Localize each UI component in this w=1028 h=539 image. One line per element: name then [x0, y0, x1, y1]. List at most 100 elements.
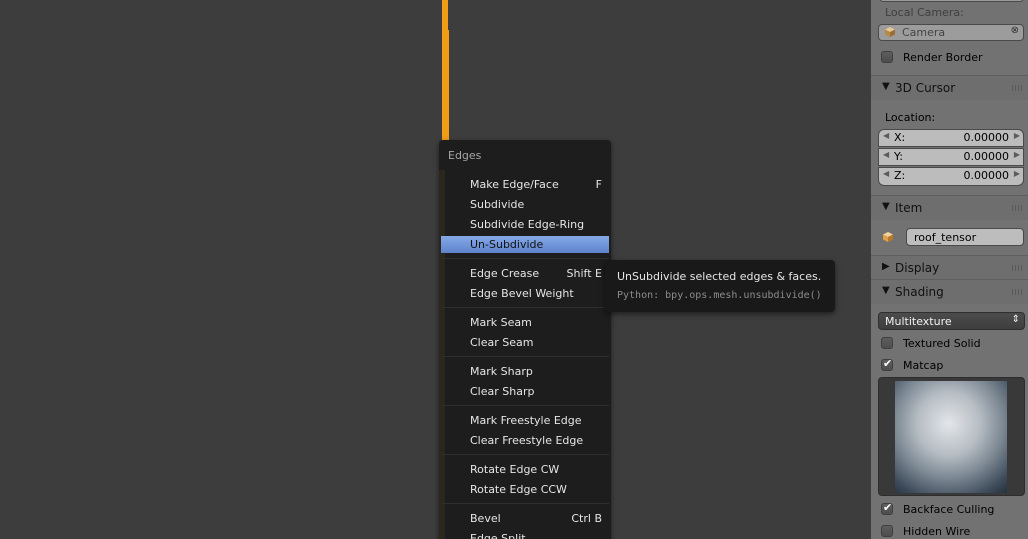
increment-arrow-icon[interactable]: ▶: [1014, 131, 1020, 140]
drag-grip-icon[interactable]: [1012, 289, 1022, 295]
section-title: Item: [895, 201, 923, 215]
decrement-arrow-icon[interactable]: ◀: [883, 169, 889, 178]
selected-edge-segment: [444, 30, 449, 140]
menu-separator: [441, 258, 609, 259]
menu-item-edge-crease[interactable]: Edge Crease Shift E: [441, 265, 609, 282]
backface-culling-checkbox[interactable]: [881, 501, 893, 515]
local-camera-label: Local Camera:: [885, 6, 964, 19]
menu-item-clear-seam[interactable]: Clear Seam: [441, 334, 609, 351]
cursor-z-field[interactable]: ◀ Z: 0.00000 ▶: [878, 167, 1024, 186]
hidden-wire-label: Hidden Wire: [903, 525, 971, 538]
field-value: 0.00000: [963, 150, 1010, 163]
render-border-label: Render Border: [903, 51, 983, 64]
collapse-triangle-icon: ▼: [882, 285, 890, 296]
collapse-triangle-icon: ▼: [882, 81, 890, 92]
dropdown-value: Multitexture: [885, 315, 952, 328]
menu-item-rotate-edge-ccw[interactable]: Rotate Edge CCW: [441, 481, 609, 498]
render-border-checkbox[interactable]: [881, 51, 893, 63]
menu-separator: [441, 454, 609, 455]
matcap-sphere-image: [895, 381, 1007, 493]
object-name-value: roof_tensor: [914, 231, 977, 244]
section-display-header[interactable]: ▶ Display: [871, 255, 1028, 280]
menu-item-label: Make Edge/Face: [470, 178, 559, 191]
menu-item-label: Mark Seam: [470, 316, 532, 329]
field-value: 0.00000: [963, 169, 1010, 182]
increment-arrow-icon[interactable]: ▶: [1014, 169, 1020, 178]
tooltip-python: Python: bpy.ops.mesh.unsubdivide(): [617, 290, 822, 301]
shading-mode-dropdown[interactable]: Multitexture ⇕: [878, 312, 1025, 330]
menu-item-label: Subdivide Edge-Ring: [470, 218, 585, 231]
menu-item-bevel[interactable]: Bevel Ctrl B: [441, 510, 609, 527]
menu-item-clear-freestyle-edge[interactable]: Clear Freestyle Edge: [441, 432, 609, 449]
menu-item-un-subdivide[interactable]: Un-Subdivide: [441, 236, 609, 253]
matcap-checkbox[interactable]: [881, 357, 893, 371]
menu-item-clear-sharp[interactable]: Clear Sharp: [441, 383, 609, 400]
menu-item-label: Rotate Edge CW: [470, 463, 560, 476]
menu-item-mark-freestyle-edge[interactable]: Mark Freestyle Edge: [441, 412, 609, 429]
drag-grip-icon[interactable]: [1012, 265, 1022, 271]
menu-item-label: Un-Subdivide: [470, 238, 544, 251]
section-title: Display: [895, 261, 940, 275]
camera-value: Camera: [902, 26, 946, 39]
menu-item-edge-bevel-weight[interactable]: Edge Bevel Weight: [441, 285, 609, 302]
menu-separator: [441, 307, 609, 308]
menu-item-label: Subdivide: [470, 198, 525, 211]
menu-item-label: Mark Sharp: [470, 365, 533, 378]
menu-item-mark-sharp[interactable]: Mark Sharp: [441, 363, 609, 380]
updown-arrow-icon: ⇕: [1011, 314, 1020, 325]
collapse-triangle-icon: ▼: [882, 201, 890, 212]
menu-item-label: Clear Freestyle Edge: [470, 434, 584, 447]
increment-arrow-icon[interactable]: ▶: [1014, 150, 1020, 159]
menu-item-label: Clear Sharp: [470, 385, 535, 398]
section-shading-header[interactable]: ▼ Shading: [871, 279, 1028, 304]
section-title: Shading: [895, 285, 944, 299]
matcap-label: Matcap: [903, 359, 944, 372]
menu-item-label: Edge Split: [470, 532, 526, 539]
menu-item-rotate-edge-cw[interactable]: Rotate Edge CW: [441, 461, 609, 478]
hidden-wire-checkbox[interactable]: [881, 525, 893, 537]
clear-camera-icon[interactable]: ⊗: [1011, 25, 1019, 36]
menu-item-subdivide-edge-ring[interactable]: Subdivide Edge-Ring: [441, 216, 609, 233]
menu-item-label: Edge Crease: [470, 267, 540, 280]
field-label: X:: [894, 131, 906, 144]
drag-grip-icon[interactable]: [1012, 205, 1022, 211]
menu-separator: [441, 356, 609, 357]
decrement-arrow-icon[interactable]: ◀: [883, 131, 889, 140]
cursor-x-field[interactable]: ◀ X: 0.00000 ▶: [878, 129, 1024, 147]
menu-separator: [441, 405, 609, 406]
menu-item-make-edge-face[interactable]: Make Edge/Face F: [441, 176, 609, 193]
camera-object-icon: [885, 27, 895, 37]
tooltip: UnSubdivide selected edges & faces. Pyth…: [605, 260, 835, 312]
menu-item-edge-split[interactable]: Edge Split: [441, 530, 609, 539]
menu-separator: [441, 503, 609, 504]
menu-title: Edges: [448, 149, 482, 162]
section-item-header[interactable]: ▼ Item: [871, 195, 1028, 220]
tooltip-description: UnSubdivide selected edges & faces.: [617, 270, 822, 283]
object-name-field[interactable]: roof_tensor: [906, 228, 1024, 246]
menu-item-label: Mark Freestyle Edge: [470, 414, 582, 427]
menu-item-shortcut: Shift E: [566, 267, 602, 280]
edges-menu: Edges Make Edge/Face F Subdivide Subdivi…: [439, 140, 611, 539]
matcap-preview[interactable]: [878, 377, 1025, 496]
decrement-arrow-icon[interactable]: ◀: [883, 150, 889, 159]
cursor-y-field[interactable]: ◀ Y: 0.00000 ▶: [878, 148, 1024, 166]
expand-triangle-icon: ▶: [882, 261, 890, 272]
menu-item-shortcut: F: [595, 178, 602, 191]
menu-item-mark-seam[interactable]: Mark Seam: [441, 314, 609, 331]
3d-viewport[interactable]: Edges Make Edge/Face F Subdivide Subdivi…: [0, 0, 871, 539]
section-3d-cursor-header[interactable]: ▼ 3D Cursor: [871, 75, 1028, 100]
field-value: 0.00000: [963, 131, 1010, 144]
textured-solid-label: Textured Solid: [903, 337, 981, 350]
view-field-partial[interactable]: [879, 0, 1024, 2]
backface-culling-label: Backface Culling: [903, 503, 995, 516]
local-camera-field[interactable]: Camera ⊗: [878, 24, 1024, 41]
menu-item-subdivide[interactable]: Subdivide: [441, 196, 609, 213]
location-label: Location:: [885, 111, 936, 124]
object-cube-icon: [883, 232, 893, 242]
field-label: Z:: [894, 169, 906, 182]
menu-item-shortcut: Ctrl B: [571, 512, 602, 525]
menu-item-label: Edge Bevel Weight: [470, 287, 574, 300]
textured-solid-checkbox[interactable]: [881, 337, 893, 349]
drag-grip-icon[interactable]: [1012, 85, 1022, 91]
menu-item-label: Rotate Edge CCW: [470, 483, 567, 496]
